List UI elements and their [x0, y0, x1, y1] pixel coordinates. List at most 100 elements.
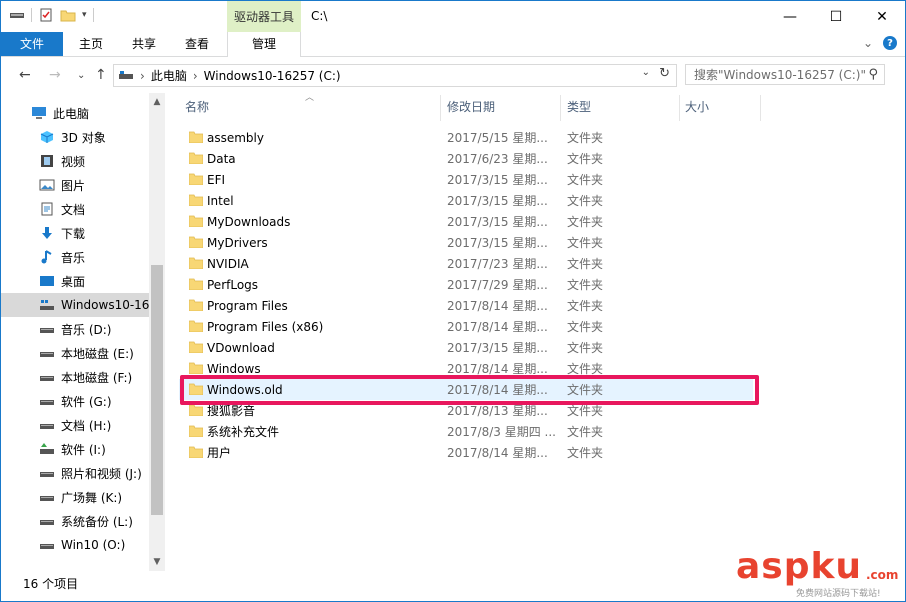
table-row[interactable]: 系统补充文件 2017/8/3 星期四 ... 文件夹 [179, 421, 753, 442]
navigation-pane: 此电脑 3D 对象 视频 图片 文档 下载 音乐 桌面 Windows10-16 音乐 (D:) 本… [1, 93, 149, 563]
nav-item[interactable]: 系统备份 (L:) [1, 509, 149, 533]
file-date: 2017/8/14 星期... [447, 299, 548, 313]
video-icon [39, 154, 55, 168]
drive-icon[interactable] [9, 7, 25, 23]
nav-item[interactable]: 本地磁盘 (F:) [1, 365, 149, 389]
breadcrumb-this-pc[interactable]: 此电脑 [151, 67, 187, 84]
file-name: 系统补充文件 [207, 425, 280, 439]
scroll-thumb[interactable] [151, 265, 163, 515]
column-divider[interactable] [760, 95, 761, 121]
nav-item[interactable]: 图片 [1, 173, 149, 197]
file-date: 2017/8/14 星期... [447, 446, 548, 460]
address-dropdown-icon[interactable]: ⌄ [642, 67, 650, 78]
close-button[interactable]: ✕ [859, 1, 905, 32]
nav-item[interactable]: 广场舞 (K:) [1, 485, 149, 509]
table-row[interactable]: 用户 2017/8/14 星期... 文件夹 [179, 442, 753, 463]
refresh-icon[interactable]: ↻ [659, 66, 670, 81]
caption-buttons: — ☐ ✕ [767, 1, 905, 32]
folder-icon [189, 278, 203, 290]
table-row[interactable]: Data 2017/6/23 星期... 文件夹 [179, 148, 753, 169]
nav-item[interactable]: 软件 (G:) [1, 389, 149, 413]
nav-item-label: 广场舞 (K:) [61, 490, 123, 505]
table-row[interactable]: Program Files 2017/8/14 星期... 文件夹 [179, 295, 753, 316]
folder-icon [189, 215, 203, 227]
expand-ribbon-icon[interactable]: ⌄ [863, 36, 873, 50]
table-row[interactable]: EFI 2017/3/15 星期... 文件夹 [179, 169, 753, 190]
tab-share[interactable]: 共享 [119, 32, 169, 56]
table-row[interactable]: Intel 2017/3/15 星期... 文件夹 [179, 190, 753, 211]
tab-file[interactable]: 文件 [1, 32, 63, 56]
folder-icon [189, 173, 203, 185]
table-row[interactable]: MyDownloads 2017/3/15 星期... 文件夹 [179, 211, 753, 232]
drive-icon [39, 514, 55, 528]
nav-item[interactable]: 照片和视频 (J:) [1, 461, 149, 485]
address-bar[interactable]: › 此电脑 › Windows10-16257 (C:) ⌄ ↻ [113, 64, 677, 87]
new-folder-icon[interactable] [60, 7, 76, 23]
recent-locations-button[interactable]: ⌄ [77, 70, 85, 81]
column-size[interactable]: 大小 [685, 93, 709, 121]
table-row[interactable]: MyDrivers 2017/3/15 星期... 文件夹 [179, 232, 753, 253]
nav-item[interactable]: Windows10-16 [1, 293, 149, 317]
file-name: assembly [207, 130, 264, 145]
scroll-up-icon[interactable]: ▲ [149, 97, 165, 107]
customize-toolbar-icon[interactable]: ▾ [82, 10, 87, 20]
drive-icon [39, 322, 55, 336]
nav-item[interactable]: 文档 [1, 197, 149, 221]
column-type[interactable]: 类型 [567, 93, 591, 121]
file-date: 2017/3/15 星期... [447, 215, 548, 229]
up-button[interactable]: ↑ [95, 67, 107, 83]
help-icon[interactable]: ? [883, 36, 897, 50]
properties-icon[interactable] [38, 7, 54, 23]
column-divider[interactable] [679, 95, 680, 121]
table-row[interactable]: assembly 2017/5/15 星期... 文件夹 [179, 127, 753, 148]
column-date[interactable]: 修改日期 [447, 93, 495, 121]
quick-access-toolbar: ▾ [9, 7, 94, 23]
nav-item-label: 照片和视频 (J:) [61, 466, 142, 481]
breadcrumb-separator[interactable]: › [140, 69, 145, 83]
breadcrumb-c-drive[interactable]: Windows10-16257 (C:) [204, 69, 341, 83]
nav-item-label: 此电脑 [53, 106, 90, 121]
nav-item[interactable]: 视频 [1, 149, 149, 173]
file-name: Data [207, 151, 236, 166]
file-date: 2017/7/23 星期... [447, 257, 548, 271]
nav-item[interactable]: 此电脑 [1, 101, 149, 125]
nav-item[interactable]: Win10 (O:) [1, 533, 149, 557]
3d-objects-icon [39, 130, 55, 144]
table-row[interactable]: NVIDIA 2017/7/23 星期... 文件夹 [179, 253, 753, 274]
minimize-button[interactable]: — [767, 1, 813, 32]
search-input[interactable]: 搜索"Windows10-16257 (C:)" ⚲ [685, 64, 885, 85]
folder-icon [189, 236, 203, 248]
file-date: 2017/3/15 星期... [447, 236, 548, 250]
nav-item[interactable]: 本地磁盘 (E:) [1, 341, 149, 365]
column-divider[interactable] [440, 95, 441, 121]
back-button[interactable]: ← [19, 67, 31, 83]
folder-icon [189, 152, 203, 164]
scroll-down-icon[interactable]: ▼ [149, 557, 165, 567]
maximize-button[interactable]: ☐ [813, 1, 859, 32]
nav-item[interactable]: 音乐 (D:) [1, 317, 149, 341]
nav-scrollbar[interactable]: ▲ ▼ [149, 93, 165, 571]
drive-icon [119, 70, 133, 79]
column-name[interactable]: 名称 [185, 93, 209, 121]
nav-item-label: 本地磁盘 (E:) [61, 346, 134, 361]
tab-manage[interactable]: 管理 [227, 32, 301, 57]
nav-item[interactable]: 3D 对象 [1, 125, 149, 149]
file-date: 2017/8/14 星期... [447, 320, 548, 334]
breadcrumb-separator[interactable]: › [193, 69, 198, 83]
tab-home[interactable]: 主页 [63, 32, 119, 56]
tab-view[interactable]: 查看 [169, 32, 225, 56]
file-name: Windows [207, 361, 261, 376]
desktop-icon [39, 274, 55, 288]
table-row[interactable]: VDownload 2017/3/15 星期... 文件夹 [179, 337, 753, 358]
table-row[interactable]: PerfLogs 2017/7/29 星期... 文件夹 [179, 274, 753, 295]
search-icon[interactable]: ⚲ [868, 67, 878, 82]
nav-item[interactable]: 下载 [1, 221, 149, 245]
forward-button[interactable]: → [49, 67, 61, 83]
folder-icon [189, 362, 203, 374]
nav-item[interactable]: 文档 (H:) [1, 413, 149, 437]
nav-item[interactable]: 音乐 [1, 245, 149, 269]
nav-item[interactable]: 桌面 [1, 269, 149, 293]
column-divider[interactable] [560, 95, 561, 121]
table-row[interactable]: Program Files (x86) 2017/8/14 星期... 文件夹 [179, 316, 753, 337]
nav-item[interactable]: 软件 (I:) [1, 437, 149, 461]
